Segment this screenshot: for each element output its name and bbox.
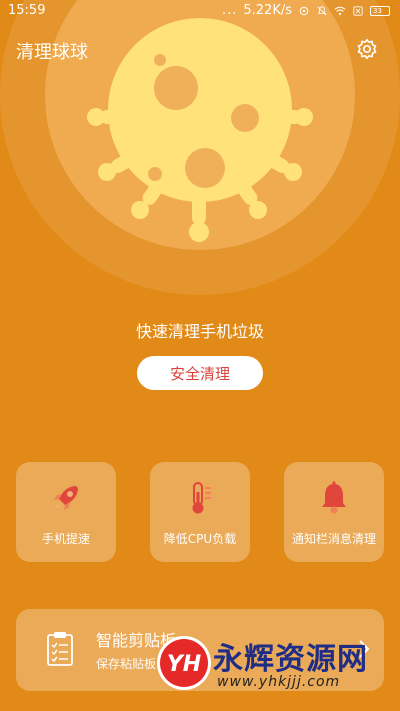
battery-icon: 33 — [370, 5, 390, 16]
svg-text:YH: YH — [167, 652, 201, 677]
mute-bell-icon — [317, 5, 327, 15]
gear-icon[interactable] — [356, 38, 378, 60]
watermark-url: www.yhkjjj.com — [217, 674, 341, 690]
clipboard-icon — [47, 632, 73, 666]
status-indicators: ... 5.22K/s 33 — [222, 3, 390, 18]
watermark-overlay: YH 永辉资源网 www.yhkjjj.com — [155, 628, 395, 698]
network-speed: 5.22K/s — [243, 3, 292, 18]
card-label: 降低CPU负载 — [163, 532, 237, 546]
card-label: 通知栏消息清理 — [291, 532, 376, 546]
status-time: 15:59 — [8, 3, 46, 18]
alarm-icon — [299, 6, 309, 15]
status-dots: ... — [221, 3, 238, 18]
card-reduce-cpu[interactable]: 降低CPU负载 — [150, 462, 250, 562]
app-title: 清理球球 — [16, 42, 88, 63]
thermometer-icon — [192, 482, 211, 514]
wifi-icon — [334, 6, 346, 15]
clipboard-card-subtitle: 保存粘贴板 — [96, 657, 157, 671]
status-bar: 15:59 ... 5.22K/s 33 — [0, 0, 400, 24]
battery-level: 33 — [373, 6, 382, 15]
card-phone-speedup[interactable]: 手机提速 — [16, 462, 116, 562]
watermark-logo: YH — [157, 636, 211, 690]
rocket-icon — [54, 486, 78, 510]
watermark-name: 永辉资源网 — [213, 642, 368, 677]
bell-icon — [322, 481, 346, 514]
hero-subtitle: 快速清理手机垃圾 — [135, 322, 264, 341]
card-label: 手机提速 — [41, 532, 90, 546]
card-notification-clean[interactable]: 通知栏消息清理 — [284, 462, 384, 562]
sim-blocked-icon — [353, 5, 363, 16]
safe-clean-button[interactable]: 安全清理 — [137, 356, 263, 390]
